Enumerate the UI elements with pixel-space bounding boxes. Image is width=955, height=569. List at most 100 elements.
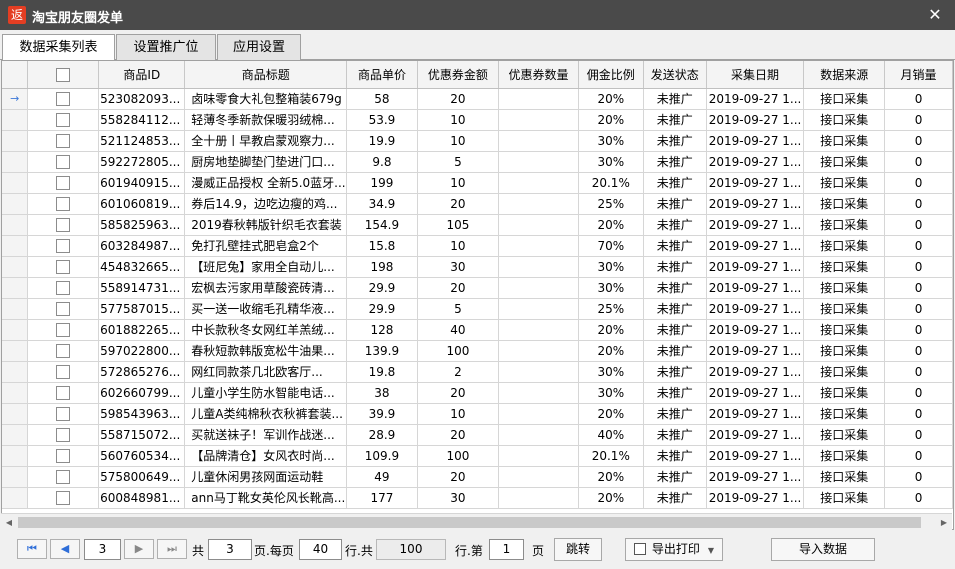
row-header[interactable] <box>2 466 29 488</box>
row-header[interactable] <box>2 256 29 278</box>
commission-cell[interactable]: 20.1% <box>578 172 644 194</box>
col-header-commission[interactable]: 佣金比例 <box>578 61 644 89</box>
row-header[interactable]: → <box>2 88 29 110</box>
row-checkbox[interactable] <box>56 490 71 505</box>
data-source-cell[interactable]: 接口采集 <box>803 487 886 509</box>
row-checkbox-cell[interactable] <box>27 193 100 215</box>
row-checkbox-cell[interactable] <box>27 88 100 110</box>
prev-page-button[interactable]: ◀ <box>50 539 80 559</box>
commission-cell[interactable]: 30% <box>578 382 644 404</box>
monthly-sales-cell[interactable]: 0 <box>884 298 953 320</box>
monthly-sales-cell[interactable]: 0 <box>884 445 953 467</box>
monthly-sales-cell[interactable]: 0 <box>884 151 953 173</box>
send-status-cell[interactable]: 未推广 <box>643 88 707 110</box>
collect-date-cell[interactable]: 2019-09-27 1... <box>706 88 805 110</box>
col-header-date[interactable]: 采集日期 <box>706 61 805 89</box>
monthly-sales-cell[interactable]: 0 <box>884 235 953 257</box>
monthly-sales-cell[interactable]: 0 <box>884 256 953 278</box>
coupon-count-cell[interactable] <box>498 466 579 488</box>
price-cell[interactable]: 15.8 <box>346 235 418 257</box>
product-id-cell[interactable]: 601940915... <box>98 172 186 194</box>
collect-date-cell[interactable]: 2019-09-27 1... <box>706 109 805 131</box>
price-cell[interactable]: 29.9 <box>346 298 418 320</box>
commission-cell[interactable]: 30% <box>578 130 644 152</box>
coupon-amount-cell[interactable]: 30 <box>417 487 500 509</box>
row-checkbox[interactable] <box>56 259 71 274</box>
table-row[interactable]: 597022800... 春秋短款韩版宽松牛油果... 139.9 100 20% 未推广… <box>2 340 953 362</box>
collect-date-cell[interactable]: 2019-09-27 1... <box>706 319 805 341</box>
coupon-amount-cell[interactable]: 5 <box>417 298 500 320</box>
collect-date-cell[interactable]: 2019-09-27 1... <box>706 445 805 467</box>
product-title-cell[interactable]: 儿童休闲男孩网面运动鞋 <box>184 466 348 488</box>
row-header[interactable] <box>2 109 29 131</box>
close-icon[interactable]: ✕ <box>924 4 946 26</box>
table-row[interactable]: 521124853... 全十册丨早教启蒙观察力... 19.9 10 30% 未推广 20… <box>2 130 953 152</box>
product-id-cell[interactable]: 560760534... <box>98 445 186 467</box>
coupon-count-cell[interactable] <box>498 256 579 278</box>
commission-cell[interactable]: 20% <box>578 340 644 362</box>
product-title-cell[interactable]: 春秋短款韩版宽松牛油果... <box>184 340 348 362</box>
coupon-amount-cell[interactable]: 10 <box>417 172 500 194</box>
data-source-cell[interactable]: 接口采集 <box>803 235 886 257</box>
coupon-count-cell[interactable] <box>498 193 579 215</box>
data-source-cell[interactable]: 接口采集 <box>803 256 886 278</box>
collect-date-cell[interactable]: 2019-09-27 1... <box>706 298 805 320</box>
send-status-cell[interactable]: 未推广 <box>643 340 707 362</box>
row-checkbox[interactable] <box>56 364 71 379</box>
send-status-cell[interactable]: 未推广 <box>643 319 707 341</box>
data-source-cell[interactable]: 接口采集 <box>803 214 886 236</box>
commission-cell[interactable]: 30% <box>578 256 644 278</box>
table-row[interactable]: 600848981... ann马丁靴女英伦风长靴高... 177 30 20% 未推广 2… <box>2 487 953 509</box>
row-checkbox-cell[interactable] <box>27 172 100 194</box>
commission-cell[interactable]: 30% <box>578 277 644 299</box>
data-grid[interactable]: 商品ID 商品标题 商品单价 优惠券金额 优惠券数量 佣金比例 发送状态 采集日… <box>1 60 954 530</box>
row-checkbox-cell[interactable] <box>27 361 100 383</box>
monthly-sales-cell[interactable]: 0 <box>884 130 953 152</box>
collect-date-cell[interactable]: 2019-09-27 1... <box>706 214 805 236</box>
commission-cell[interactable]: 30% <box>578 361 644 383</box>
data-source-cell[interactable]: 接口采集 <box>803 466 886 488</box>
data-source-cell[interactable]: 接口采集 <box>803 382 886 404</box>
scrollbar-thumb[interactable] <box>18 517 921 528</box>
row-header[interactable] <box>2 319 29 341</box>
product-id-cell[interactable]: 521124853... <box>98 130 186 152</box>
monthly-sales-cell[interactable]: 0 <box>884 487 953 509</box>
product-title-cell[interactable]: 网红同款茶几北欧客厅... <box>184 361 348 383</box>
monthly-sales-cell[interactable]: 0 <box>884 403 953 425</box>
product-id-cell[interactable]: 585825963... <box>98 214 186 236</box>
commission-cell[interactable]: 20% <box>578 487 644 509</box>
table-row[interactable]: 560760534... 【品牌清仓】女风衣时尚... 109.9 100 20.1% 未… <box>2 445 953 467</box>
collect-date-cell[interactable]: 2019-09-27 1... <box>706 256 805 278</box>
product-id-cell[interactable]: 572865276... <box>98 361 186 383</box>
table-row[interactable]: 601060819... 券后14.9，边吃边瘦的鸡... 34.9 20 25% 未推广… <box>2 193 953 215</box>
collect-date-cell[interactable]: 2019-09-27 1... <box>706 340 805 362</box>
row-checkbox[interactable] <box>56 448 71 463</box>
price-cell[interactable]: 139.9 <box>346 340 418 362</box>
price-cell[interactable]: 29.9 <box>346 277 418 299</box>
col-header-id[interactable]: 商品ID <box>98 61 186 89</box>
row-header[interactable] <box>2 235 29 257</box>
table-row[interactable]: 601882265... 中长款秋冬女网红羊羔绒... 128 40 20% 未推广 201… <box>2 319 953 341</box>
row-checkbox[interactable] <box>56 133 71 148</box>
coupon-count-cell[interactable] <box>498 88 579 110</box>
price-cell[interactable]: 128 <box>346 319 418 341</box>
send-status-cell[interactable]: 未推广 <box>643 109 707 131</box>
coupon-count-cell[interactable] <box>498 109 579 131</box>
product-id-cell[interactable]: 598543963... <box>98 403 186 425</box>
product-id-cell[interactable]: 558284112... <box>98 109 186 131</box>
row-header[interactable] <box>2 445 29 467</box>
product-id-cell[interactable]: 603284987... <box>98 235 186 257</box>
row-checkbox-cell[interactable] <box>27 466 100 488</box>
commission-cell[interactable]: 20% <box>578 319 644 341</box>
scroll-left-icon[interactable]: ◀ <box>1 514 17 531</box>
coupon-amount-cell[interactable]: 2 <box>417 361 500 383</box>
coupon-amount-cell[interactable]: 100 <box>417 340 500 362</box>
product-id-cell[interactable]: 454832665... <box>98 256 186 278</box>
price-cell[interactable]: 28.9 <box>346 424 418 446</box>
row-header[interactable] <box>2 214 29 236</box>
monthly-sales-cell[interactable]: 0 <box>884 214 953 236</box>
product-title-cell[interactable]: 中长款秋冬女网红羊羔绒... <box>184 319 348 341</box>
product-id-cell[interactable]: 558914731... <box>98 277 186 299</box>
table-row[interactable]: → 523082093... 卤味零食大礼包整箱装679g 58 20 20% 未推广 201… <box>2 88 953 110</box>
per-page-input[interactable]: 40 <box>299 539 342 560</box>
